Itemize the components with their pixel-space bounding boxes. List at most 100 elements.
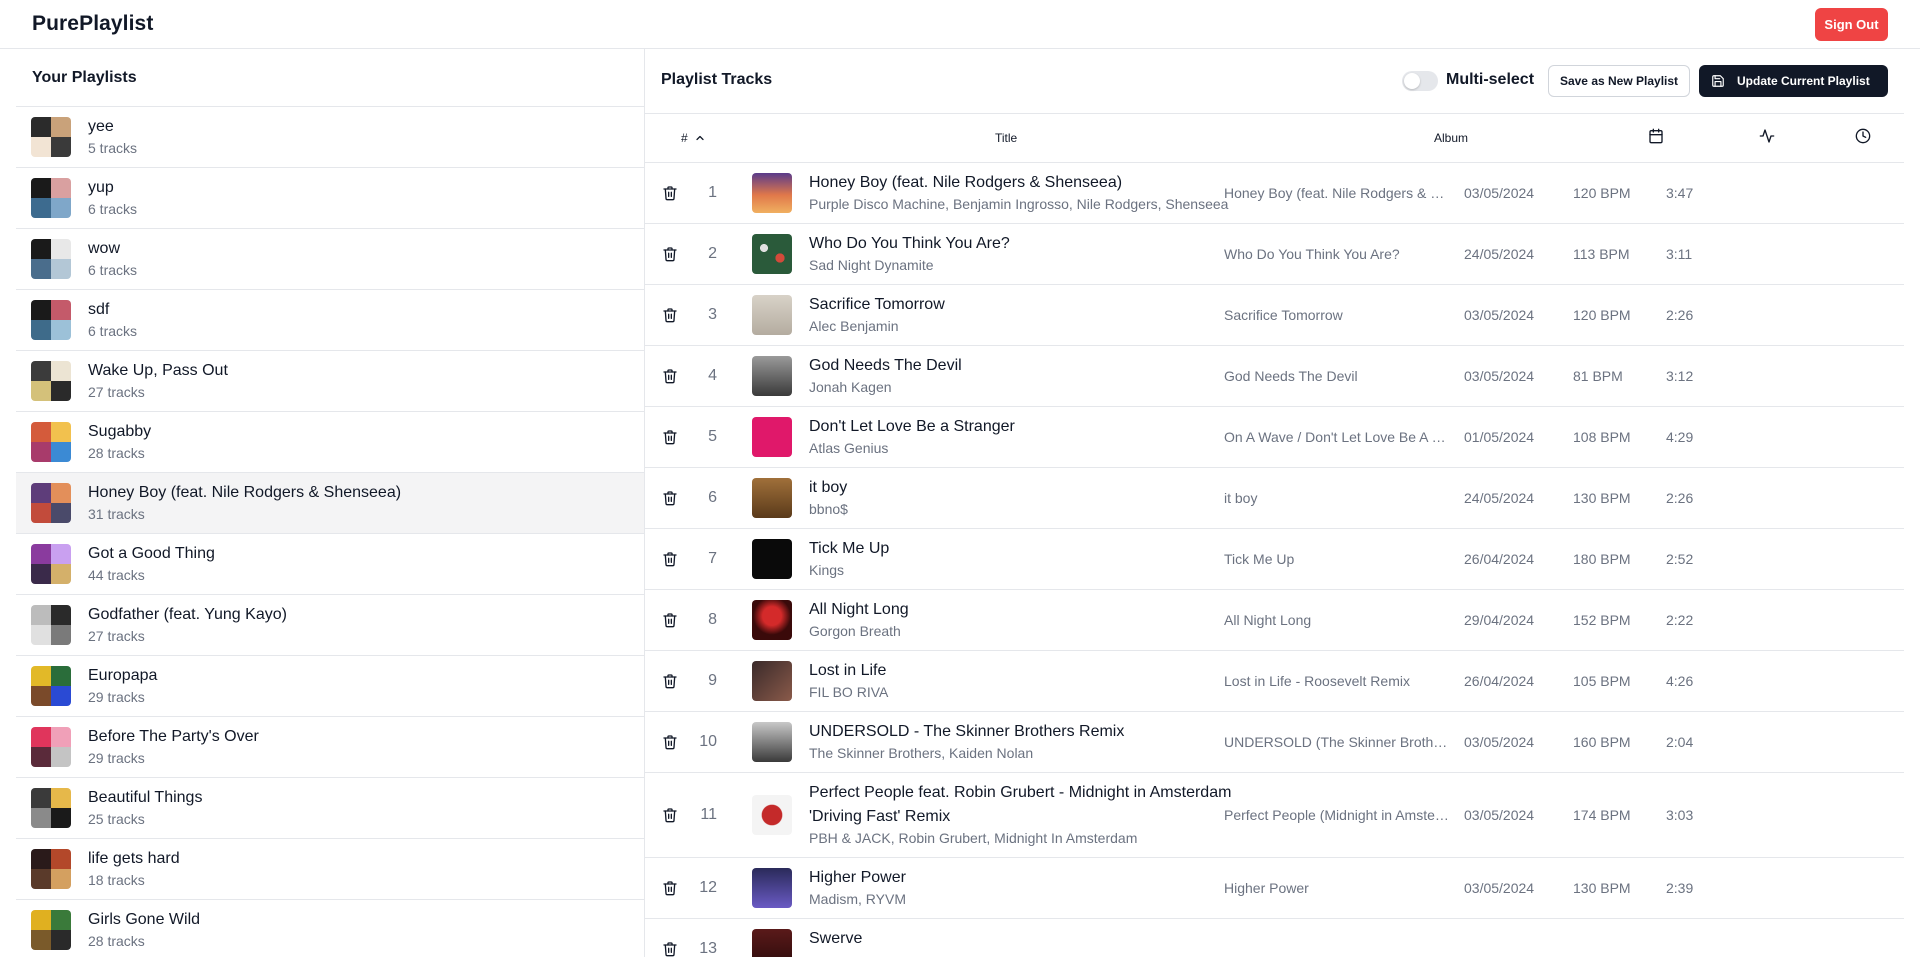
playlist-item[interactable]: Honey Boy (feat. Nile Rodgers & Shenseea… xyxy=(16,473,644,534)
track-album: Sacrifice Tomorrow xyxy=(1224,307,1343,323)
playlist-track-count: 18 tracks xyxy=(88,872,145,888)
track-row[interactable]: 9 Lost in Life FIL BO RIVA Lost in Life - R… xyxy=(645,651,1904,712)
track-date: 29/04/2024 xyxy=(1464,612,1535,628)
playlist-item[interactable]: Beautiful Things 25 tracks xyxy=(16,778,644,839)
activity-icon[interactable] xyxy=(1759,128,1775,144)
track-duration: 3:03 xyxy=(1666,807,1694,823)
trash-icon[interactable] xyxy=(662,490,678,511)
track-row[interactable]: 2 Who Do You Think You Are? Sad Night Dyna… xyxy=(645,224,1904,285)
trash-icon[interactable] xyxy=(662,941,678,957)
column-header-album[interactable]: Album xyxy=(1434,114,1468,162)
playlist-cover-image xyxy=(31,910,71,950)
playlist-name: Godfather (feat. Yung Kayo) xyxy=(88,606,287,623)
trash-icon[interactable] xyxy=(662,612,678,633)
trash-icon[interactable] xyxy=(662,307,678,328)
track-date: 03/05/2024 xyxy=(1464,807,1535,823)
playlist-name: Beautiful Things xyxy=(88,789,203,806)
trash-icon[interactable] xyxy=(662,368,678,389)
track-album: Who Do You Think You Are? xyxy=(1224,246,1400,262)
playlist-track-count: 6 tracks xyxy=(88,201,138,217)
trash-icon[interactable] xyxy=(662,734,678,755)
column-number-label: # xyxy=(681,131,688,145)
track-row[interactable]: 4 God Needs The Devil Jonah Kagen God Needs… xyxy=(645,346,1904,407)
playlist-item[interactable]: Girls Gone Wild 28 tracks xyxy=(16,900,644,957)
track-number: 8 xyxy=(708,611,717,628)
playlist-name: Before The Party's Over xyxy=(88,728,259,745)
trash-icon[interactable] xyxy=(662,246,678,267)
toggle-knob xyxy=(1404,73,1420,89)
trash-icon-graphic xyxy=(663,369,677,384)
track-number: 2 xyxy=(708,245,717,262)
track-artist: Purple Disco Machine, Benjamin Ingrosso,… xyxy=(809,196,1229,212)
trash-icon-graphic xyxy=(663,942,677,957)
update-current-playlist-button[interactable]: Update Current Playlist xyxy=(1699,65,1888,97)
playlist-item[interactable]: wow 6 tracks xyxy=(16,229,644,290)
trash-icon[interactable] xyxy=(662,185,678,206)
track-row[interactable]: 6 it boy bbno$ it boy 24/05/2024 130 BPM 2:26 xyxy=(645,468,1904,529)
track-row[interactable]: 11 Perfect People feat. Robin Grubert - M… xyxy=(645,773,1904,858)
trash-icon[interactable] xyxy=(662,880,678,901)
playlist-item[interactable]: yup 6 tracks xyxy=(16,168,644,229)
playlist-cover-image xyxy=(31,605,71,645)
playlist-item[interactable]: life gets hard 18 tracks xyxy=(16,839,644,900)
trash-icon[interactable] xyxy=(662,673,678,694)
track-duration: 3:47 xyxy=(1666,185,1694,201)
album-art xyxy=(752,295,792,335)
trash-icon[interactable] xyxy=(662,551,678,572)
multi-select-toggle[interactable] xyxy=(1402,71,1438,91)
playlist-track-count: 25 tracks xyxy=(88,811,145,827)
column-header-number[interactable]: # xyxy=(681,114,721,162)
save-as-new-playlist-button[interactable]: Save as New Playlist xyxy=(1548,65,1690,97)
track-row[interactable]: 13 Swerve xyxy=(645,919,1904,957)
playlist-item[interactable]: Wake Up, Pass Out 27 tracks xyxy=(16,351,644,412)
track-row[interactable]: 10 UNDERSOLD - The Skinner Brothers Remix… xyxy=(645,712,1904,773)
trash-icon-graphic xyxy=(663,881,677,896)
playlist-item[interactable]: Europapa 29 tracks xyxy=(16,656,644,717)
playlist-item[interactable]: Before The Party's Over 29 tracks xyxy=(16,717,644,778)
track-artist: Gorgon Breath xyxy=(809,623,901,639)
clock-icon[interactable] xyxy=(1855,128,1871,144)
track-row[interactable]: 7 Tick Me Up Kings Tick Me Up 26/04/2024 180 … xyxy=(645,529,1904,590)
track-row[interactable]: 12 Higher Power Madism, RYVM Higher Power 03… xyxy=(645,858,1904,919)
track-date: 03/05/2024 xyxy=(1464,185,1535,201)
track-row[interactable]: 8 All Night Long Gorgon Breath All Night Lo… xyxy=(645,590,1904,651)
playlist-cover-image xyxy=(31,666,71,706)
trash-icon-graphic xyxy=(663,186,677,201)
track-duration: 4:26 xyxy=(1666,673,1694,689)
playlist-track-count: 27 tracks xyxy=(88,628,145,644)
column-header-title[interactable]: Title xyxy=(995,114,1017,162)
playlist-item[interactable]: Got a Good Thing 44 tracks xyxy=(16,534,644,595)
calendar-icon[interactable] xyxy=(1648,128,1664,144)
track-title: Sacrifice Tomorrow xyxy=(809,296,945,313)
save-icon xyxy=(1712,75,1724,87)
playlist-item[interactable]: Godfather (feat. Yung Kayo) 27 tracks xyxy=(16,595,644,656)
track-artist: Kings xyxy=(809,562,845,578)
playlist-name: wow xyxy=(88,240,121,257)
trash-icon[interactable] xyxy=(662,807,678,828)
track-duration: 4:29 xyxy=(1666,429,1694,445)
update-button-label: Update Current Playlist xyxy=(1737,74,1870,88)
playlist-cover-image xyxy=(31,544,71,584)
track-date: 24/05/2024 xyxy=(1464,490,1535,506)
track-row[interactable]: 3 Sacrifice Tomorrow Alec Benjamin Sacrific… xyxy=(645,285,1904,346)
track-date: 26/04/2024 xyxy=(1464,673,1535,689)
playlist-name: yee xyxy=(88,118,114,135)
trash-icon[interactable] xyxy=(662,429,678,450)
playlist-item[interactable]: yee 5 tracks xyxy=(16,107,644,168)
track-artist: Jonah Kagen xyxy=(809,379,892,395)
track-bpm: 81 BPM xyxy=(1573,368,1623,384)
track-artist: The Skinner Brothers, Kaiden Nolan xyxy=(809,745,1034,761)
track-number: 3 xyxy=(708,306,717,323)
track-row[interactable]: 5 Don't Let Love Be a Stranger Atlas Geniu… xyxy=(645,407,1904,468)
track-row[interactable]: 1 Honey Boy (feat. Nile Rodgers & Shensee… xyxy=(645,163,1904,224)
track-number: 9 xyxy=(708,672,717,689)
playlist-track-count: 6 tracks xyxy=(88,323,138,339)
track-duration: 2:26 xyxy=(1666,490,1694,506)
playlist-item[interactable]: Sugabby 28 tracks xyxy=(16,412,644,473)
track-duration: 2:22 xyxy=(1666,612,1694,628)
track-title: Who Do You Think You Are? xyxy=(809,235,1010,252)
track-artist: Atlas Genius xyxy=(809,440,889,456)
playlist-item[interactable]: sdf 6 tracks xyxy=(16,290,644,351)
playlist-track-count: 6 tracks xyxy=(88,262,138,278)
sign-out-button[interactable]: Sign Out xyxy=(1815,8,1888,41)
